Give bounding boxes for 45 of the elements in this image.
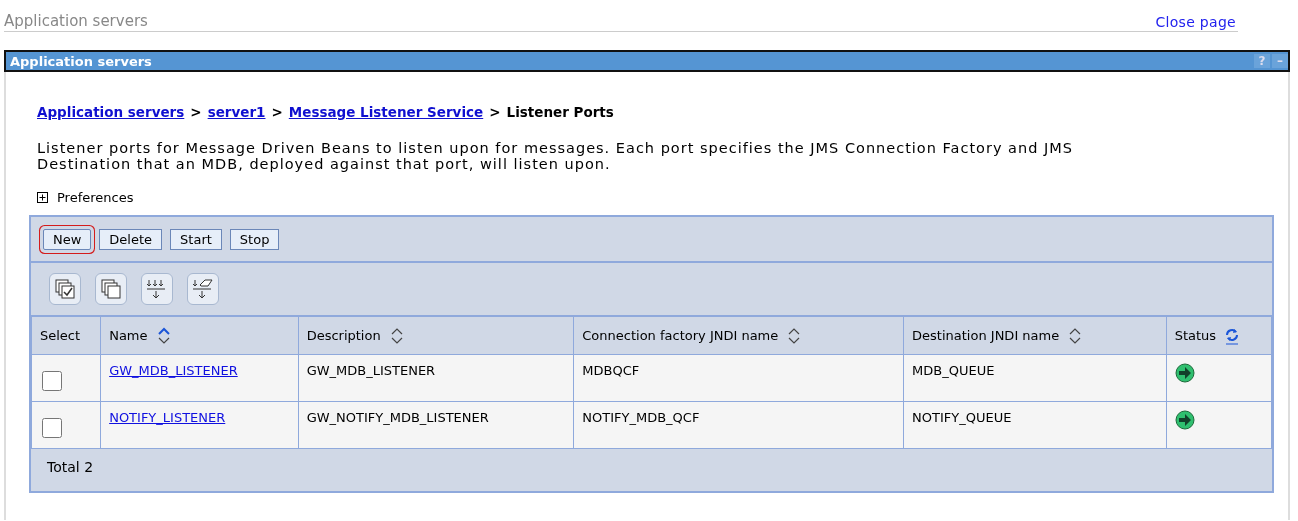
- page-description: Listener ports for Message Driven Beans to listen upon for messages. Each port specifies the JMS Connection Factory and JMS Destination that an MDB, deployed against that port, will listen upon.: [37, 140, 1074, 172]
- column-label: Connection factory JNDI name: [582, 327, 779, 342]
- column-label: Description: [306, 327, 381, 342]
- column-label: Select: [40, 328, 81, 343]
- table-tool-button[interactable]: [95, 273, 127, 305]
- breadcrumb-link[interactable]: server1: [207, 104, 266, 120]
- destination-text: MDB_QUEUE: [912, 363, 995, 378]
- breadcrumb-separator: >: [190, 104, 202, 120]
- toolbar-button[interactable]: Stop: [229, 228, 280, 250]
- table-tool-button[interactable]: [187, 273, 219, 305]
- filter-icon: [146, 278, 168, 300]
- column-label: Name: [109, 327, 148, 342]
- deselect-all-icon: [100, 278, 122, 300]
- connection-factory-text: MDBQCF: [582, 363, 640, 378]
- listener-name-link[interactable]: NOTIFY_LISTENER: [109, 410, 226, 425]
- select-all-icon: [54, 278, 76, 300]
- page-title: Application servers: [4, 12, 148, 30]
- clear-filter-icon: [192, 278, 214, 300]
- toolbar-button[interactable]: Start: [170, 228, 222, 250]
- table-tool-button[interactable]: [49, 273, 81, 305]
- panel-title: Application servers: [9, 53, 152, 69]
- table-tool-button[interactable]: [141, 273, 173, 305]
- breadcrumb-current: Listener Ports: [506, 104, 614, 120]
- column-label: Destination JNDI name: [912, 327, 1060, 342]
- sort-icon[interactable]: [1069, 326, 1082, 345]
- breadcrumb-link[interactable]: Application servers: [37, 104, 185, 120]
- toolbar-button[interactable]: Delete: [99, 228, 163, 250]
- destination-text: NOTIFY_QUEUE: [912, 410, 1012, 425]
- listener-name-link[interactable]: GW_MDB_LISTENER: [109, 363, 238, 378]
- description-text: GW_MDB_LISTENER: [306, 363, 436, 378]
- sort-ascending-icon[interactable]: [157, 326, 170, 345]
- breadcrumb-separator: >: [271, 104, 283, 120]
- breadcrumb-separator: >: [489, 104, 501, 120]
- breadcrumb-link[interactable]: Message Listener Service: [288, 104, 484, 120]
- close-page-link[interactable]: Close page: [1155, 14, 1236, 30]
- connection-factory-text: NOTIFY_MDB_QCF: [582, 410, 700, 425]
- sort-icon[interactable]: [788, 326, 801, 345]
- row-checkbox[interactable]: [42, 418, 62, 438]
- row-checkbox[interactable]: [42, 371, 62, 391]
- expand-icon[interactable]: [37, 192, 48, 203]
- description-text: GW_NOTIFY_MDB_LISTENER: [306, 410, 489, 425]
- sort-icon[interactable]: [390, 326, 403, 345]
- preferences-label[interactable]: Preferences: [57, 190, 134, 205]
- total-count: Total 2: [47, 459, 94, 475]
- column-label: Status: [1174, 327, 1217, 342]
